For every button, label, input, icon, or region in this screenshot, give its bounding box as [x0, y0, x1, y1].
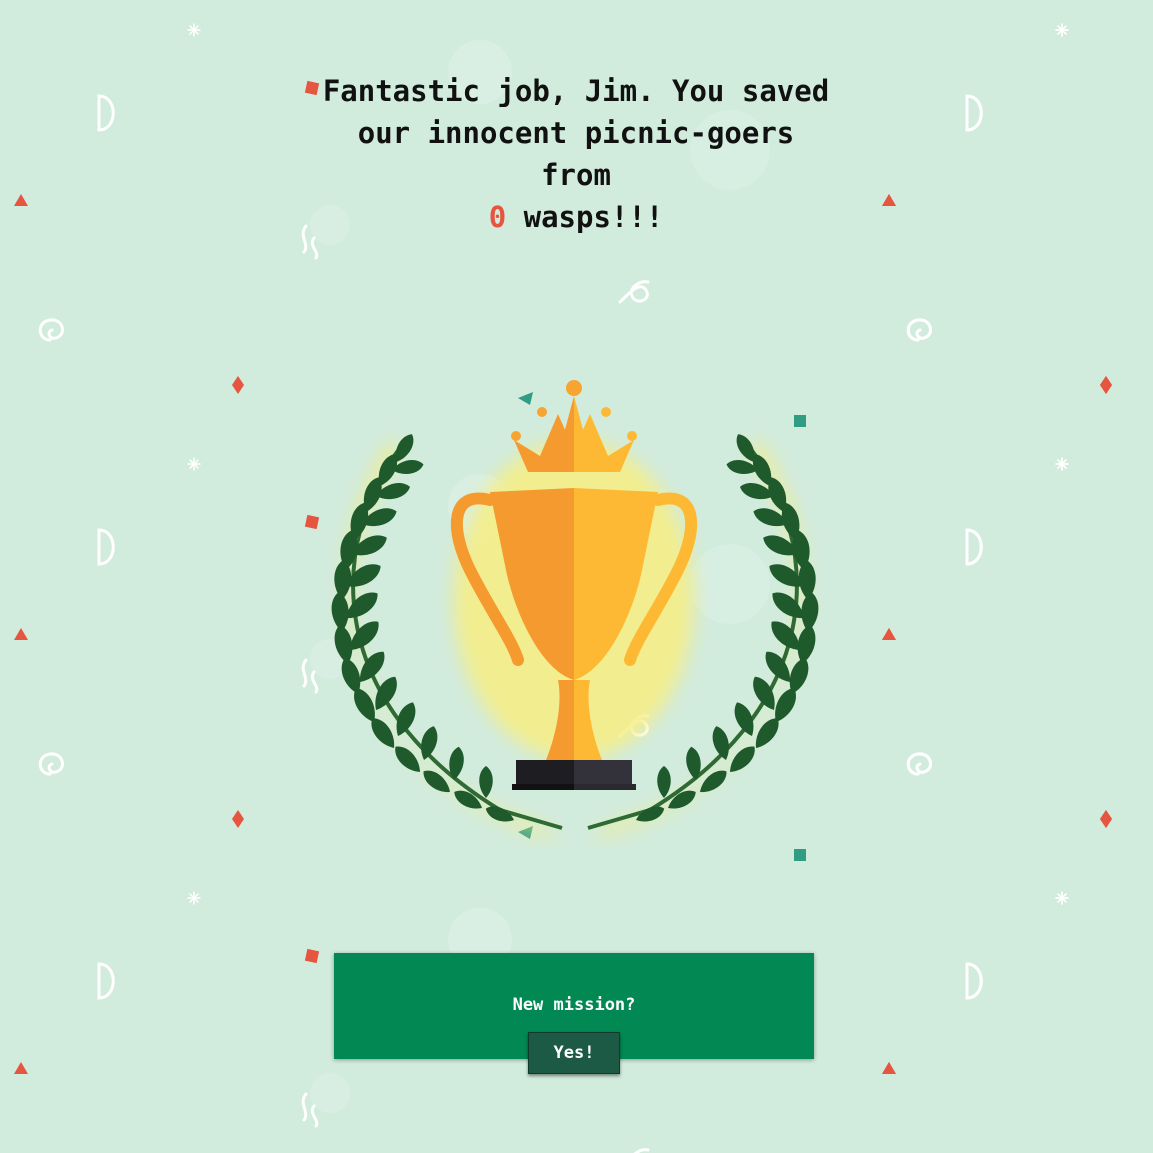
headline-line-4: wasps!!! [506, 200, 664, 234]
victory-headline: Fantastic job, Jim. You saved our innoce… [296, 70, 856, 238]
headline-line-3: from [541, 158, 611, 192]
wasp-count: 0 [488, 200, 507, 234]
new-mission-prompt: New mission? [512, 995, 636, 1015]
yes-button[interactable]: Yes! [528, 1032, 620, 1074]
trophy-icon [330, 380, 820, 840]
crown-icon [511, 380, 637, 472]
headline-line-2: our innocent picnic-goers [357, 116, 795, 150]
headline-line-1: Fantastic job, Jim. You saved [322, 74, 830, 108]
